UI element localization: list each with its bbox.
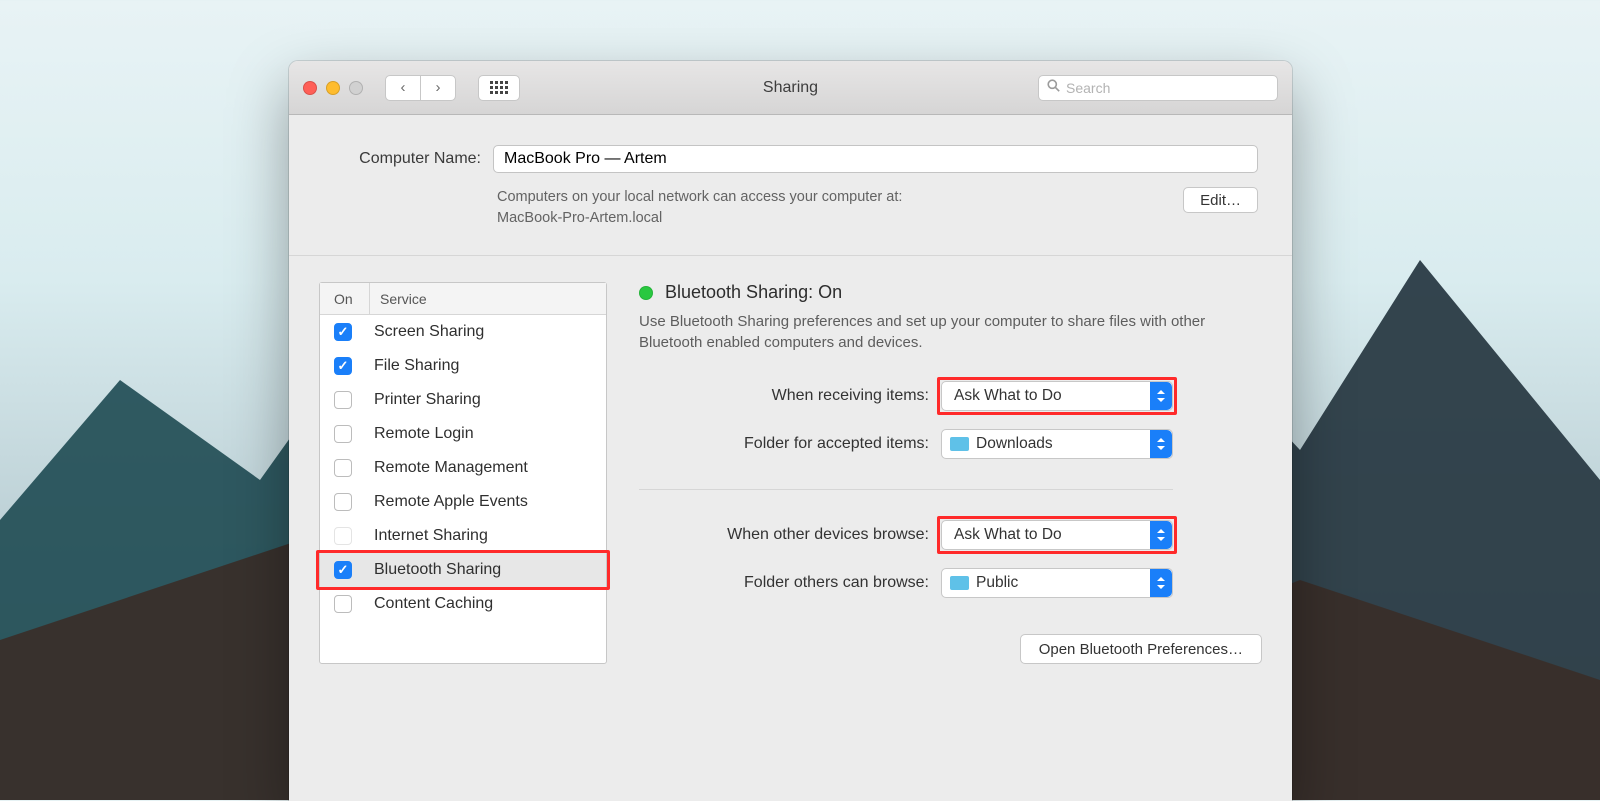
service-checkbox[interactable] [334,595,352,613]
service-label: File Sharing [374,357,459,375]
service-checkbox[interactable] [334,493,352,511]
folder-accepted-label: Folder for accepted items: [639,435,941,453]
close-button[interactable] [303,81,317,95]
search-input[interactable] [1066,80,1269,96]
service-label: Remote Login [374,425,474,443]
service-item[interactable]: Printer Sharing [320,383,606,417]
folder-browse-select[interactable]: Public [941,568,1173,598]
folder-icon [950,437,969,451]
service-detail: Bluetooth Sharing: On Use Bluetooth Shar… [639,282,1262,664]
folder-accepted-select[interactable]: Downloads [941,429,1173,459]
when-receiving-select[interactable]: Ask What to Do [941,381,1173,411]
stepper-icon [1150,382,1172,410]
chevron-left-icon: ‹ [401,79,406,96]
service-item[interactable]: Internet Sharing [320,519,606,553]
detail-description: Use Bluetooth Sharing preferences and se… [639,311,1262,353]
column-service: Service [370,283,427,314]
minimize-button[interactable] [326,81,340,95]
service-label: Remote Management [374,459,528,477]
service-checkbox[interactable] [334,527,352,545]
back-button[interactable]: ‹ [385,75,421,101]
when-receiving-label: When receiving items: [639,387,941,405]
service-item[interactable]: Bluetooth Sharing [320,553,606,587]
computer-name-label: Computer Name: [323,150,481,168]
chevron-right-icon: › [436,79,441,96]
stepper-icon [1150,569,1172,597]
service-checkbox[interactable] [334,425,352,443]
folder-browse-label: Folder others can browse: [639,574,941,592]
service-item[interactable]: Content Caching [320,587,606,621]
search-field[interactable] [1038,75,1278,101]
computer-name-section: Computer Name: Computers on your local n… [289,115,1292,256]
preferences-window: ‹ › Sharing Computer Name: Computers on … [289,61,1292,801]
service-item[interactable]: Remote Apple Events [320,485,606,519]
service-label: Bluetooth Sharing [374,561,501,579]
stepper-icon [1150,430,1172,458]
services-list: On Service Screen Sharing File Sharing Pri… [319,282,607,664]
computer-name-description: Computers on your local network can acce… [497,187,902,229]
service-label: Screen Sharing [374,323,484,341]
column-on: On [320,283,370,314]
service-checkbox[interactable] [334,561,352,579]
stepper-icon [1150,521,1172,549]
when-browse-select[interactable]: Ask What to Do [941,520,1173,550]
service-label: Content Caching [374,595,493,613]
service-label: Remote Apple Events [374,493,528,511]
status-led-icon [639,286,653,300]
window-controls [303,81,363,95]
edit-button[interactable]: Edit… [1183,187,1258,213]
service-checkbox[interactable] [334,459,352,477]
open-bluetooth-preferences-button[interactable]: Open Bluetooth Preferences… [1020,634,1262,664]
service-item[interactable]: Screen Sharing [320,315,606,349]
forward-button[interactable]: › [420,75,456,101]
service-item[interactable]: File Sharing [320,349,606,383]
service-label: Internet Sharing [374,527,488,545]
service-item[interactable]: Remote Management [320,451,606,485]
folder-icon [950,576,969,590]
nav-buttons: ‹ › [385,75,456,101]
service-checkbox[interactable] [334,323,352,341]
titlebar: ‹ › Sharing [289,61,1292,115]
service-checkbox[interactable] [334,357,352,375]
service-item[interactable]: Remote Login [320,417,606,451]
divider [639,489,1173,490]
zoom-button[interactable] [349,81,363,95]
computer-name-input[interactable] [493,145,1258,173]
show-all-button[interactable] [478,75,520,101]
when-browse-label: When other devices browse: [639,526,941,544]
services-header: On Service [320,283,606,315]
search-icon [1047,79,1060,97]
detail-title: Bluetooth Sharing: On [665,282,842,303]
service-checkbox[interactable] [334,391,352,409]
grid-icon [490,81,508,94]
service-label: Printer Sharing [374,391,481,409]
